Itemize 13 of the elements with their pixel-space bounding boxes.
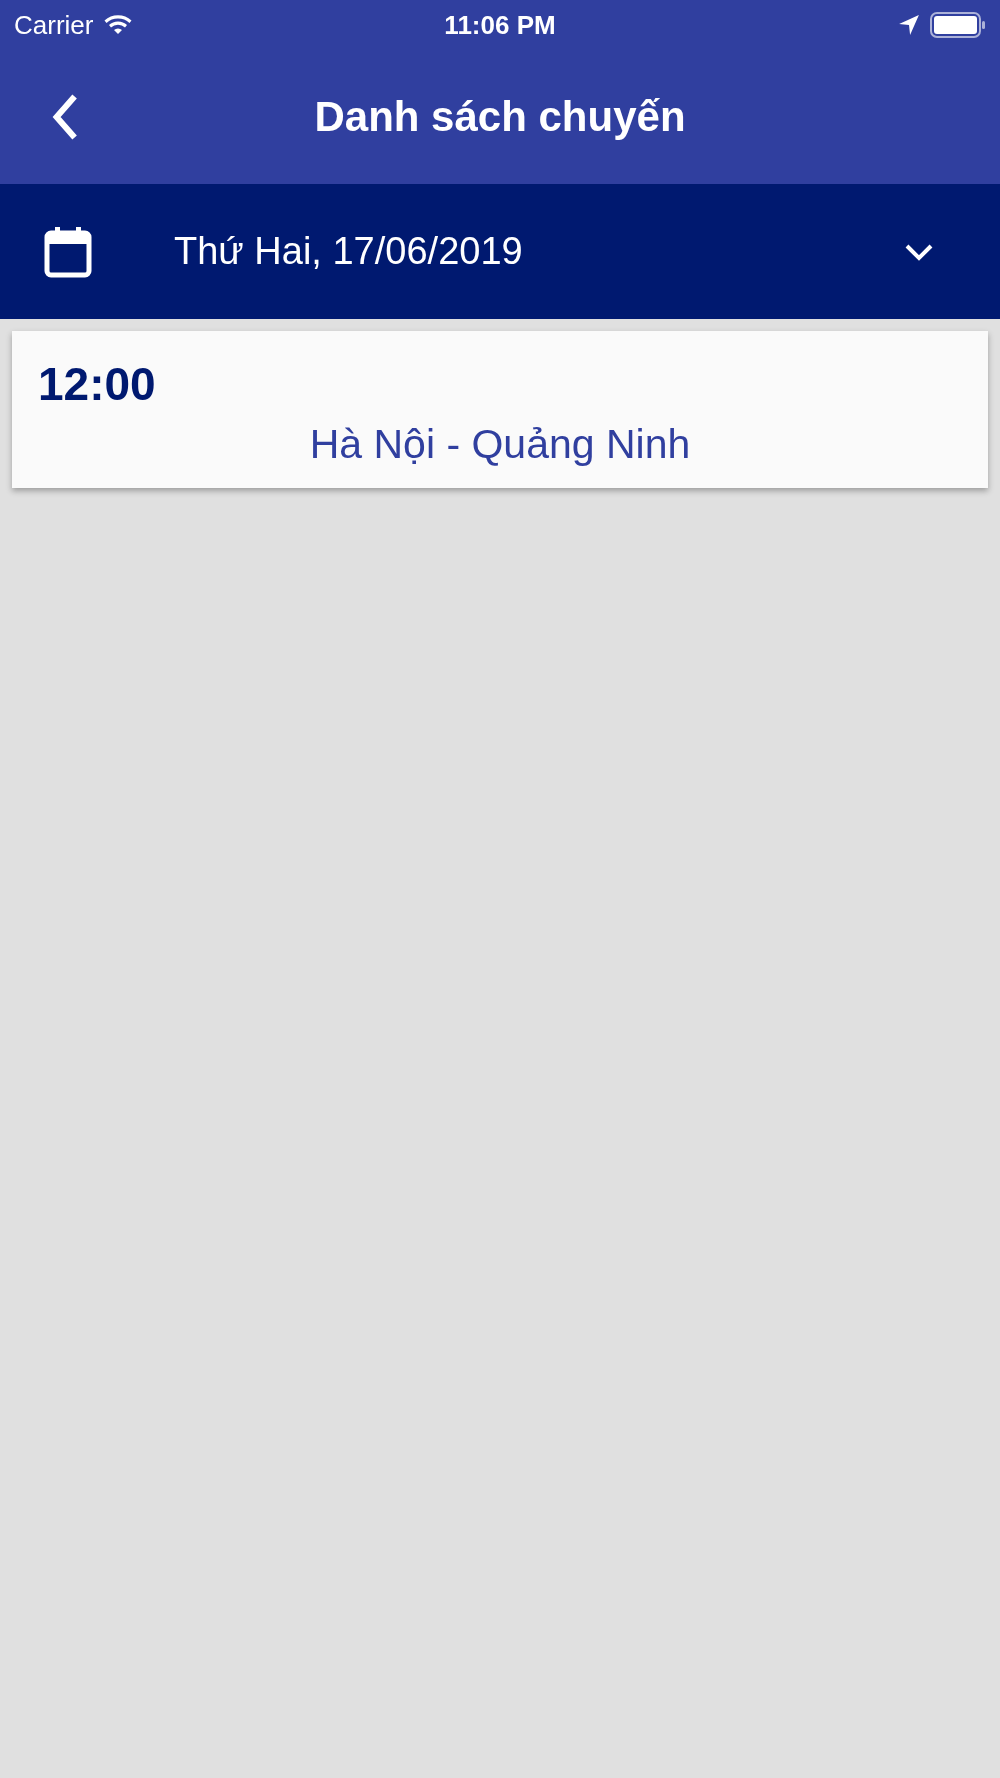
back-icon [50, 93, 80, 141]
selected-date: Thứ Hai, 17/06/2019 [174, 230, 524, 273]
trip-card[interactable]: 12:00 Hà Nội - Quảng Ninh [12, 331, 988, 488]
location-arrow-icon [898, 14, 920, 36]
carrier-name: Carrier [14, 9, 94, 41]
date-picker[interactable]: Thứ Hai, 17/06/2019 [0, 184, 1000, 319]
wifi-icon [103, 14, 134, 36]
calendar-icon [44, 225, 92, 278]
battery-icon [930, 12, 986, 38]
screen-title: Danh sách chuyến [314, 93, 686, 141]
departure-time: 12:00 [38, 357, 156, 411]
trip-route: Hà Nội - Quảng Ninh [308, 421, 692, 468]
clock-time: 11:06 PM [444, 9, 556, 41]
